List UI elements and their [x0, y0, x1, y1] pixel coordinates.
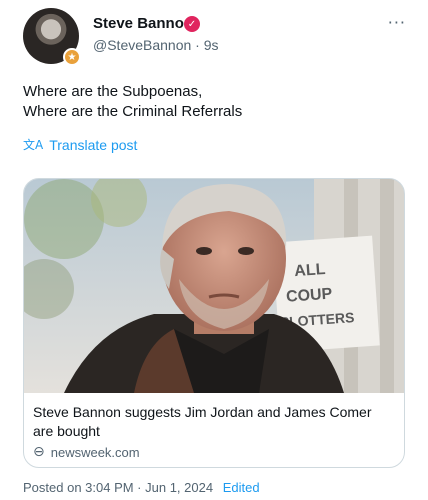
- link-preview-card[interactable]: ALL COUP PLOTTERS Steve Bannon suggests …: [23, 178, 405, 468]
- post-time[interactable]: 9s: [204, 37, 219, 53]
- translate-post-link[interactable]: 文A Translate post: [23, 136, 137, 153]
- post-avatar[interactable]: ★: [23, 8, 81, 66]
- post-footer: Posted on 3:04 PM · Jun 1, 2024 Edited: [23, 480, 260, 495]
- translate-label: Translate post: [49, 136, 138, 153]
- card-domain-row: ⊖ newsweek.com: [33, 444, 140, 460]
- more-options-icon[interactable]: ···: [388, 15, 406, 31]
- post-text: Where are the Subpoenas, Where are the C…: [23, 83, 243, 120]
- author-meta: @SteveBannon · 9s: [93, 37, 219, 53]
- card-headline: Steve Bannon suggests Jim Jordan and Jam…: [33, 404, 372, 439]
- card-image: ALL COUP PLOTTERS: [24, 179, 404, 393]
- verified-badge-icon: ✓: [184, 16, 200, 32]
- edited-link[interactable]: Edited: [223, 480, 260, 495]
- svg-text:COUP: COUP: [286, 286, 334, 306]
- meta-separator: ·: [195, 37, 200, 53]
- author-name[interactable]: Steve Bannon: [93, 15, 193, 32]
- svg-text:ALL: ALL: [294, 261, 326, 280]
- link-icon: ⊖: [33, 444, 45, 460]
- posted-timestamp: Posted on 3:04 PM · Jun 1, 2024: [23, 480, 214, 495]
- card-domain: newsweek.com: [50, 444, 140, 460]
- translate-icon: 文A: [23, 138, 44, 152]
- affiliate-badge-icon: ★: [63, 48, 81, 66]
- author-handle[interactable]: @SteveBannon: [93, 37, 191, 53]
